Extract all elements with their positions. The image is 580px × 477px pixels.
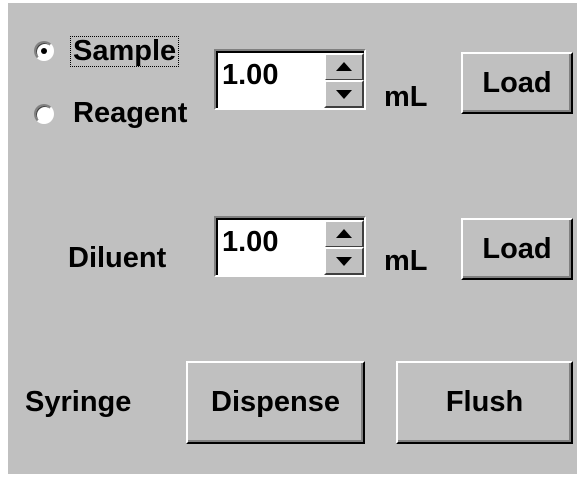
syringe-label: Syringe [25, 386, 132, 418]
source-volume-value[interactable]: 1.00 [222, 61, 278, 90]
diluent-label: Diluent [68, 242, 167, 274]
radio-sample[interactable] [34, 41, 54, 61]
diluent-volume-value[interactable]: 1.00 [222, 228, 278, 257]
radio-reagent-label[interactable]: Reagent [73, 99, 187, 128]
syringe-control-panel: Sample Reagent 1.00 mL Load Diluent 1.00… [8, 3, 577, 474]
flush-button[interactable]: Flush [396, 361, 573, 444]
diluent-volume-up-button[interactable] [324, 220, 364, 248]
diluent-volume-spinner[interactable]: 1.00 [214, 216, 366, 277]
arrow-up-icon [336, 62, 352, 71]
diluent-unit-label: mL [384, 245, 428, 277]
dispense-button[interactable]: Dispense [186, 361, 365, 444]
arrow-down-icon [336, 257, 352, 266]
source-volume-down-button[interactable] [324, 80, 364, 108]
source-volume-up-button[interactable] [324, 53, 364, 81]
diluent-volume-down-button[interactable] [324, 247, 364, 275]
source-load-button[interactable]: Load [461, 52, 573, 114]
radio-reagent[interactable] [34, 104, 54, 124]
diluent-load-button[interactable]: Load [461, 218, 573, 280]
arrow-up-icon [336, 229, 352, 238]
source-volume-spinner[interactable]: 1.00 [214, 49, 366, 110]
arrow-down-icon [336, 90, 352, 99]
source-unit-label: mL [384, 81, 428, 113]
radio-selected-icon [41, 48, 47, 54]
radio-sample-label[interactable]: Sample [70, 36, 180, 67]
